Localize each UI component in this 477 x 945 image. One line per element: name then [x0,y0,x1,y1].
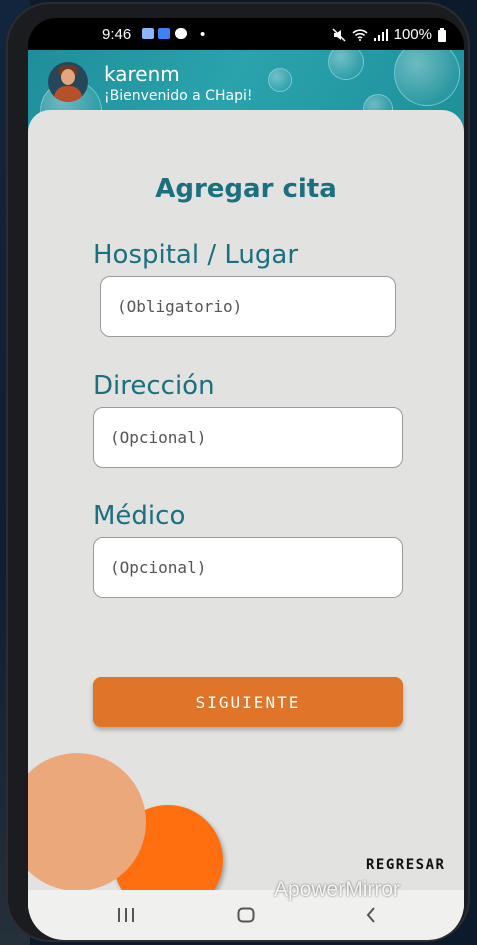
battery-percent: 100% [393,26,432,43]
battery-icon [438,27,446,42]
phone-frame: 9:46 • 100% karenm ¡Bienvenido a CHapi! … [6,2,470,942]
dot-icon: • [200,26,206,43]
hospital-label: Hospital / Lugar [93,240,299,270]
gallery-icon [158,28,170,39]
mute-icon [332,27,346,42]
address-input[interactable] [93,407,403,468]
hospital-input[interactable] [100,276,396,337]
watermark: ApowerMirror [274,878,401,901]
doctor-input[interactable] [93,537,403,598]
decorative-bubble [394,50,460,106]
next-button[interactable]: SIGUIENTE [93,677,403,727]
notification-icon [142,28,154,39]
decorative-bubble [268,68,292,92]
username: karenm [104,62,180,86]
welcome-text: ¡Bienvenido a CHapi! [104,88,253,104]
wifi-icon [352,29,368,41]
form-card: Agregar cita Hospital / Lugar Dirección … [28,110,464,910]
address-label: Dirección [93,371,215,401]
avatar[interactable] [48,62,88,102]
cloud-icon [175,28,187,39]
page-title: Agregar cita [155,174,337,204]
back-nav-icon[interactable] [351,900,391,930]
status-bar: 9:46 • 100% [28,18,464,50]
recents-icon[interactable] [106,900,146,930]
status-time: 9:46 [102,26,132,43]
decorative-bubble [328,50,364,80]
home-icon[interactable] [226,900,266,930]
phone-screen: 9:46 • 100% karenm ¡Bienvenido a CHapi! … [28,18,464,940]
back-button[interactable]: REGRESAR [360,856,451,874]
signal-icon [373,28,388,41]
doctor-label: Médico [93,501,186,531]
